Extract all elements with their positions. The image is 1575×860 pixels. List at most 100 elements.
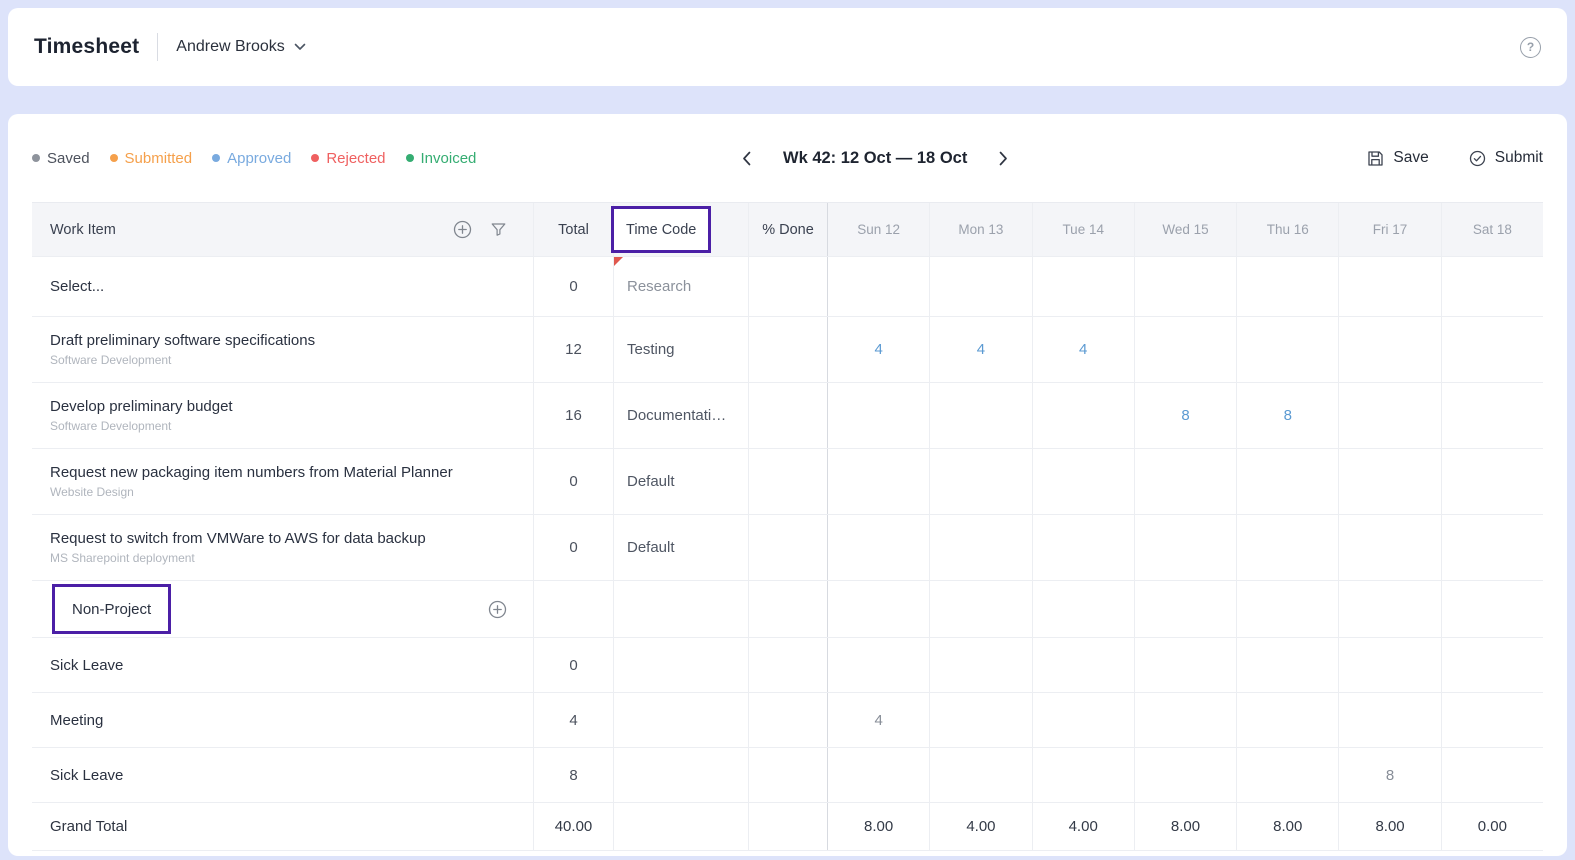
annotation-box-time-code: Time Code: [611, 206, 712, 253]
day-cell-sat-18[interactable]: [1440, 748, 1543, 802]
prev-week-button[interactable]: [738, 147, 755, 170]
day-cell-tue-14[interactable]: [1031, 748, 1134, 802]
day-cell-sun-12[interactable]: [827, 515, 929, 580]
day-cell-tue-14[interactable]: [1031, 383, 1134, 448]
day-cell-sat-18[interactable]: [1440, 383, 1543, 448]
day-cell-thu-16[interactable]: [1236, 317, 1338, 382]
work-item-cell: Develop preliminary budget Software Devel…: [32, 383, 533, 448]
timesheet-row: Develop preliminary budget Software Devel…: [32, 383, 1543, 449]
time-code-cell[interactable]: Documentati…: [613, 383, 748, 448]
work-item-text: Select...: [50, 278, 104, 295]
day-cell-thu-16[interactable]: [1236, 257, 1338, 316]
save-icon: [1367, 150, 1384, 167]
filter-icon[interactable]: [490, 221, 507, 238]
day-cell-wed-15[interactable]: [1133, 317, 1236, 382]
work-item-title: Request to switch from VMWare to AWS for…: [50, 530, 426, 547]
add-entry-icon[interactable]: [488, 600, 507, 619]
day-cell-fri-17[interactable]: [1338, 383, 1440, 448]
day-cell-sun-12[interactable]: [827, 748, 929, 802]
day-cell-wed-15[interactable]: [1133, 449, 1236, 514]
work-item-text: Request new packaging item numbers from …: [50, 464, 453, 499]
status-dot-rejected: [311, 154, 320, 162]
day-cell-sun-12: 8.00: [827, 803, 929, 850]
day-cell-mon-13[interactable]: [929, 383, 1031, 448]
total-cell: 0: [533, 515, 613, 580]
work-item-cell[interactable]: Select...: [32, 257, 533, 316]
day-cell-sun-12[interactable]: [827, 638, 929, 692]
percent-done-cell[interactable]: [748, 515, 827, 580]
time-code-cell[interactable]: Testing: [613, 317, 748, 382]
day-cell-mon-13[interactable]: [929, 515, 1031, 580]
next-week-button[interactable]: [995, 147, 1012, 170]
day-cell-mon-13[interactable]: [929, 449, 1031, 514]
user-selector[interactable]: Andrew Brooks: [176, 38, 306, 56]
day-cell-mon-13[interactable]: [929, 257, 1031, 316]
work-item-text: Meeting: [50, 712, 103, 729]
day-cell-tue-14[interactable]: [1031, 449, 1134, 514]
work-item-cell: Sick Leave: [32, 748, 533, 802]
day-cell-fri-17[interactable]: [1338, 449, 1440, 514]
day-cell-tue-14[interactable]: [1031, 638, 1134, 692]
grand-total-row: Grand Total 40.00 8.00 4.00 4.00 8.00 8.00 8.00…: [32, 803, 1543, 851]
day-cell-fri-17[interactable]: [1338, 317, 1440, 382]
day-cell-thu-16[interactable]: 8: [1236, 383, 1338, 448]
day-cell-sat-18[interactable]: [1440, 257, 1543, 316]
day-cell-sat-18[interactable]: [1440, 638, 1543, 692]
time-code-cell[interactable]: Research: [613, 257, 748, 316]
work-item-header-cell: Work Item: [32, 203, 533, 256]
day-cell-thu-16[interactable]: [1236, 515, 1338, 580]
day-cell-wed-15[interactable]: [1133, 693, 1236, 747]
legend-item-saved: Saved: [32, 150, 90, 167]
day-cell-sat-18[interactable]: [1440, 317, 1543, 382]
work-item-title: Request new packaging item numbers from …: [50, 464, 453, 481]
percent-done-cell[interactable]: [748, 257, 827, 316]
submit-button[interactable]: Submit: [1469, 149, 1543, 167]
day-cell-mon-13[interactable]: 4: [929, 317, 1031, 382]
time-code-cell: [613, 581, 748, 637]
day-cell-sun-12[interactable]: [827, 257, 929, 316]
day-cell-fri-17[interactable]: [1338, 693, 1440, 747]
day-cell-tue-14[interactable]: [1031, 515, 1134, 580]
day-cell-sat-18[interactable]: [1440, 449, 1543, 514]
day-cell-wed-15[interactable]: [1133, 638, 1236, 692]
day-cell-thu-16[interactable]: [1236, 748, 1338, 802]
day-cell-sun-12[interactable]: [827, 383, 929, 448]
percent-done-cell[interactable]: [748, 317, 827, 382]
time-code-cell[interactable]: Default: [613, 449, 748, 514]
help-button[interactable]: ?: [1520, 36, 1541, 58]
day-cell-fri-17[interactable]: [1338, 257, 1440, 316]
legend-label-rejected: Rejected: [326, 149, 386, 167]
day-cell-wed-15[interactable]: [1133, 515, 1236, 580]
day-cell-sat-18[interactable]: [1440, 693, 1543, 747]
day-cell-mon-13[interactable]: [929, 748, 1031, 802]
timesheet-row: Request to switch from VMWare to AWS for…: [32, 515, 1543, 581]
page-title: Timesheet: [34, 35, 140, 58]
day-cell-thu-16[interactable]: [1236, 638, 1338, 692]
day-cell-sun-12[interactable]: 4: [827, 693, 929, 747]
percent-done-cell[interactable]: [748, 383, 827, 448]
save-button[interactable]: Save: [1367, 149, 1429, 167]
day-cell-wed-15[interactable]: [1133, 748, 1236, 802]
day-cell-mon-13[interactable]: [929, 693, 1031, 747]
day-cell-thu-16[interactable]: [1236, 449, 1338, 514]
day-cell-fri-17[interactable]: [1338, 638, 1440, 692]
timesheet-row: Draft preliminary software specification…: [32, 317, 1543, 383]
day-cell-tue-14[interactable]: [1031, 693, 1134, 747]
work-item-title: Meeting: [50, 711, 104, 729]
day-cell-fri-17[interactable]: 8: [1338, 748, 1440, 802]
day-cell-sat-18[interactable]: [1440, 515, 1543, 580]
day-cell-wed-15[interactable]: [1133, 257, 1236, 316]
time-code-cell[interactable]: Default: [613, 515, 748, 580]
day-cell-thu-16[interactable]: [1236, 693, 1338, 747]
timesheet-row: Select... 0 Research: [32, 257, 1543, 317]
day-cell-tue-14[interactable]: [1031, 257, 1134, 316]
day-cell-tue-14[interactable]: 4: [1031, 317, 1134, 382]
day-cell-sun-12[interactable]: [827, 449, 929, 514]
add-work-item-icon[interactable]: [453, 220, 472, 239]
day-cell-fri-17: 8.00: [1338, 803, 1440, 850]
day-cell-mon-13[interactable]: [929, 638, 1031, 692]
day-cell-wed-15[interactable]: 8: [1133, 383, 1236, 448]
day-cell-fri-17[interactable]: [1338, 515, 1440, 580]
percent-done-cell[interactable]: [748, 449, 827, 514]
day-cell-sun-12[interactable]: 4: [827, 317, 929, 382]
